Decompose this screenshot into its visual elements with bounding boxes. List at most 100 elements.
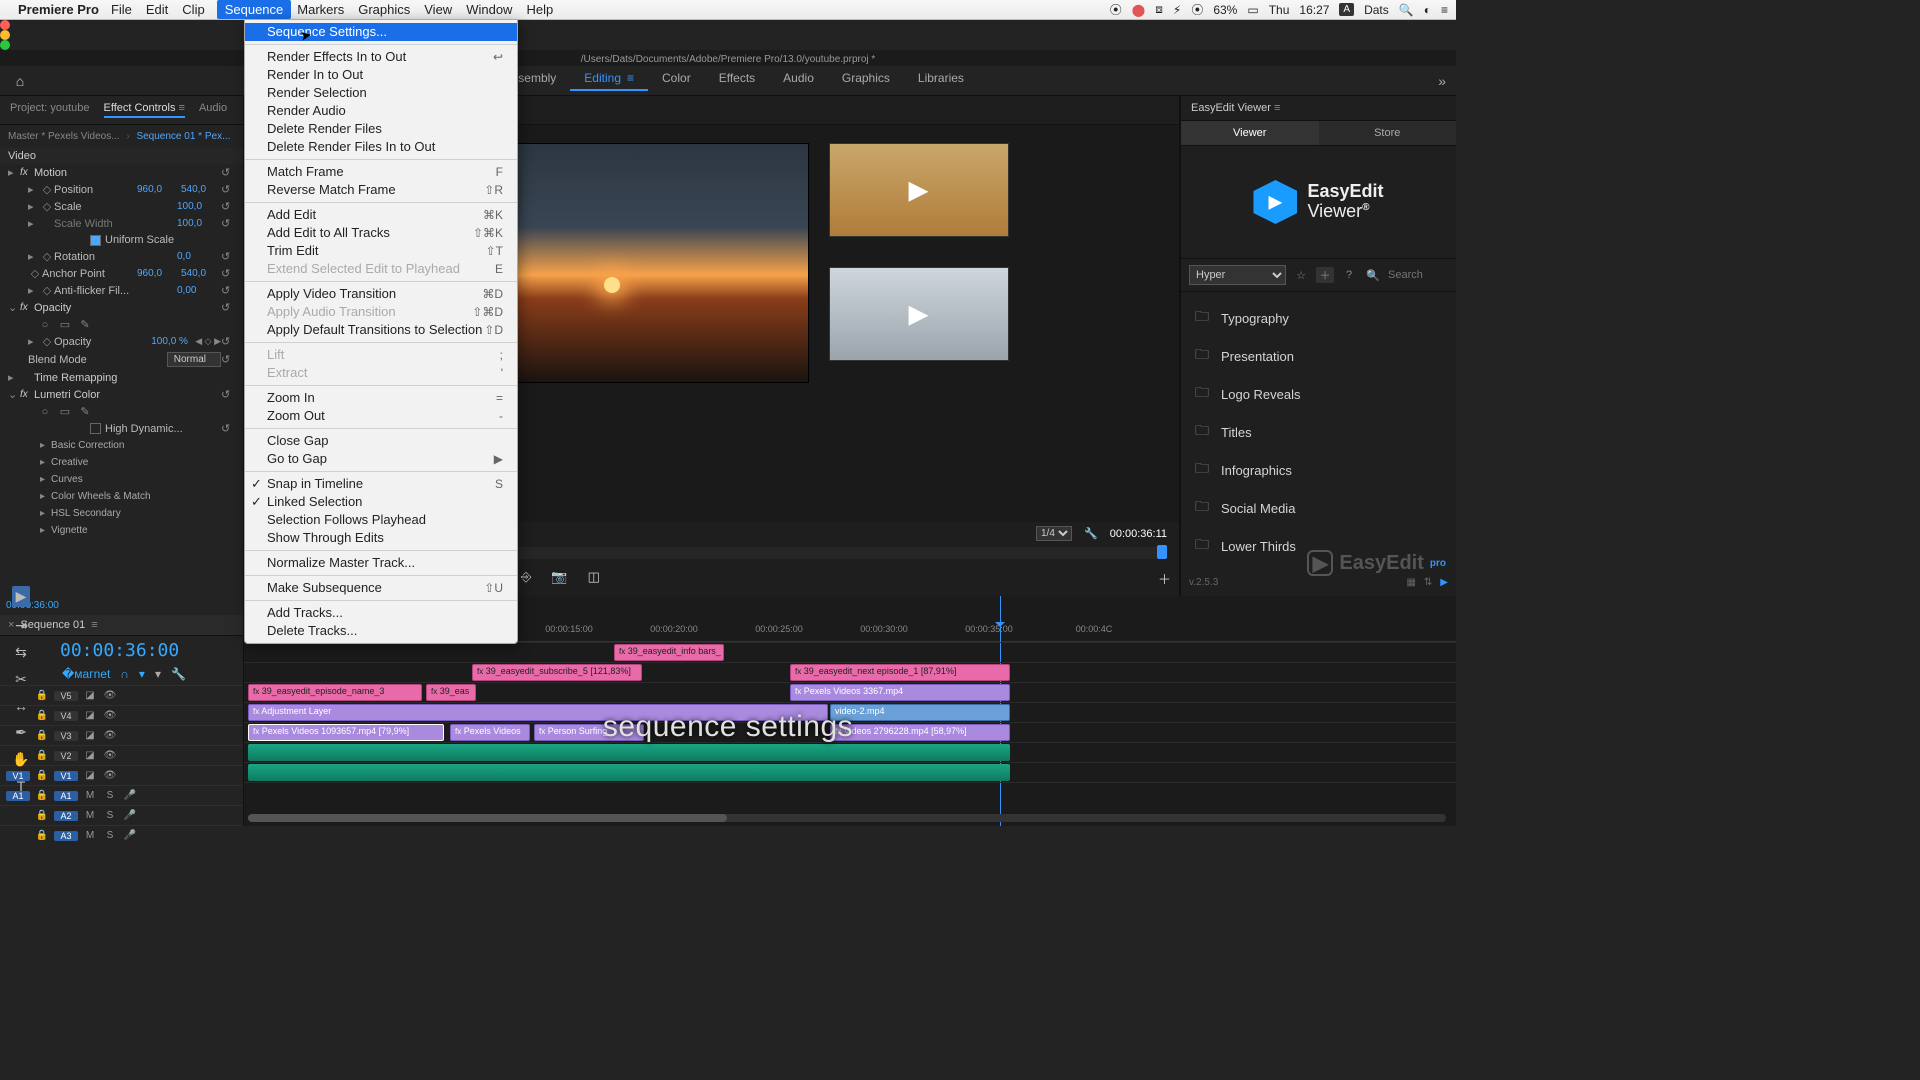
menu-clip[interactable]: Clip bbox=[182, 2, 204, 17]
menu-item[interactable]: Show Through Edits bbox=[245, 529, 517, 547]
settings-icon[interactable]: ▾ bbox=[155, 667, 161, 681]
sequence-tab[interactable]: ×Sequence 01 ≡ bbox=[0, 615, 243, 636]
pen-tool-icon[interactable]: ✒ bbox=[15, 724, 27, 741]
screenrec-icon[interactable]: ⦿ bbox=[1110, 1, 1122, 18]
menu-item[interactable]: Render Audio bbox=[245, 102, 517, 120]
app-name[interactable]: Premiere Pro bbox=[18, 2, 99, 17]
ripple-tool-icon[interactable]: ⇆ bbox=[15, 644, 27, 661]
motion-effect[interactable]: ▸fxMotion↺ bbox=[0, 164, 243, 181]
workspace-libraries[interactable]: Libraries bbox=[904, 71, 978, 91]
wrench-icon[interactable]: 🔧 bbox=[171, 667, 186, 681]
user-badge[interactable]: A bbox=[1339, 3, 1354, 16]
thumbnail-1[interactable]: ▶ bbox=[829, 143, 1009, 237]
panel-tab[interactable]: Audio bbox=[199, 102, 227, 118]
menu-item[interactable]: Render Selection bbox=[245, 84, 517, 102]
menu-item[interactable]: Zoom In= bbox=[245, 389, 517, 407]
video-track-header[interactable]: V1🔒V1◪👁 bbox=[0, 765, 243, 785]
menu-item[interactable]: Add Tracks... bbox=[245, 604, 517, 622]
time-remapping-effect[interactable]: ▸Time Remapping bbox=[0, 369, 243, 386]
star-icon[interactable]: ☆ bbox=[1292, 269, 1310, 282]
notifications-icon[interactable]: ≡ bbox=[1441, 3, 1448, 17]
video-track-header[interactable]: 🔒V2◪👁 bbox=[0, 745, 243, 765]
search-input[interactable] bbox=[1388, 269, 1448, 281]
menu-item[interactable]: Make Subsequence⇧U bbox=[245, 579, 517, 597]
battery-icon[interactable]: ▭ bbox=[1247, 3, 1258, 17]
razor-tool-icon[interactable]: ✂ bbox=[15, 671, 27, 688]
video-track-header[interactable]: 🔒V4◪👁 bbox=[0, 705, 243, 725]
clip-v1b[interactable]: fx Pexels Videos bbox=[450, 724, 530, 741]
blend-mode-prop[interactable]: Blend ModeNormal↺ bbox=[0, 350, 243, 369]
workspace-effects[interactable]: Effects bbox=[705, 71, 769, 91]
add-button-icon[interactable]: ＋ bbox=[1158, 569, 1171, 588]
uniform-scale-checkbox[interactable]: Uniform Scale bbox=[0, 232, 243, 248]
clip-v3a[interactable]: fx 39_easyedit_episode_name_3 bbox=[248, 684, 422, 701]
lumetri-section[interactable]: ▸Basic Correction bbox=[0, 437, 243, 454]
audio-track-header[interactable]: 🔒A3MS🎤 bbox=[0, 825, 243, 845]
viewer-tab-viewer[interactable]: Viewer bbox=[1181, 121, 1319, 146]
lumetri-section[interactable]: ▸Creative bbox=[0, 454, 243, 471]
export-frame-icon[interactable]: 📷 bbox=[551, 569, 567, 588]
menu-item[interactable]: Apply Default Transitions to Selection⇧D bbox=[245, 321, 517, 339]
menu-item[interactable]: Sequence Settings... bbox=[245, 23, 517, 41]
play-small-icon[interactable]: ▶ bbox=[1440, 577, 1448, 588]
clip-a2[interactable] bbox=[248, 764, 1010, 781]
opacity-value-prop[interactable]: ▸◇Opacity100,0 %◀ ◇ ▶↺ bbox=[0, 333, 243, 350]
marker-icon[interactable]: ▾ bbox=[139, 667, 145, 681]
clip-v4a[interactable]: fx 39_easyedit_subscribe_5 [121,83%] bbox=[472, 664, 642, 681]
clip-v2b[interactable]: video-2.mp4 bbox=[830, 704, 1010, 721]
lumetri-color-effect[interactable]: ⌄fxLumetri Color↺ bbox=[0, 386, 243, 403]
workspace-overflow-icon[interactable]: » bbox=[1428, 73, 1456, 89]
thumbnail-2[interactable]: ▶ bbox=[829, 267, 1009, 361]
audio-track-header[interactable]: A1🔒A1MS🎤 bbox=[0, 785, 243, 805]
category-social-media[interactable]: 🗀Social Media bbox=[1195, 496, 1442, 520]
category-typography[interactable]: 🗀Typography bbox=[1195, 306, 1442, 330]
menu-item[interactable]: Delete Render Files In to Out bbox=[245, 138, 517, 156]
siri-icon[interactable]: ◐ bbox=[1424, 3, 1431, 17]
spotlight-icon[interactable]: 🔍 bbox=[1399, 3, 1414, 17]
type-tool-icon[interactable]: T bbox=[17, 778, 26, 794]
position-prop[interactable]: ▸◇Position960,0540,0↺ bbox=[0, 181, 243, 198]
lumetri-section[interactable]: ▸HSL Secondary bbox=[0, 505, 243, 522]
clip-v1d[interactable]: fx Videos 2796228.mp4 [58,97%] bbox=[830, 724, 1010, 741]
lumetri-section[interactable]: ▸Vignette bbox=[0, 522, 243, 539]
notif-icon[interactable]: ⬤ bbox=[1132, 3, 1145, 17]
grid-icon[interactable]: ▦ bbox=[1406, 577, 1415, 588]
category-infographics[interactable]: 🗀Infographics bbox=[1195, 458, 1442, 482]
snap-icon[interactable]: �магnet bbox=[62, 667, 110, 681]
window-traffic-lights[interactable] bbox=[0, 20, 1456, 50]
slip-tool-icon[interactable]: ↔ bbox=[14, 698, 28, 714]
menu-sequence[interactable]: Sequence bbox=[217, 0, 292, 19]
menu-item[interactable]: ✓Snap in TimelineS bbox=[245, 475, 517, 493]
audio-track-header[interactable]: 🔒A2MS🎤 bbox=[0, 805, 243, 825]
video-section[interactable]: Video bbox=[0, 148, 243, 164]
anchor-point-prop[interactable]: ◇Anchor Point960,0540,0↺ bbox=[0, 265, 243, 282]
lumetri-masks[interactable]: ○▭✎ bbox=[0, 403, 243, 420]
panel-tab[interactable]: Project: youtube bbox=[10, 102, 90, 118]
clip-v1a[interactable]: fx Pexels Videos 1093657.mp4 [79,9%] bbox=[248, 724, 444, 741]
menu-view[interactable]: View bbox=[424, 2, 452, 17]
hdr-checkbox[interactable]: High Dynamic...↺ bbox=[0, 420, 243, 437]
workspace-editing[interactable]: Editing≡ bbox=[570, 71, 648, 91]
menu-item[interactable]: Delete Tracks... bbox=[245, 622, 517, 640]
menu-item[interactable]: Normalize Master Track... bbox=[245, 554, 517, 572]
wrench-icon[interactable]: 🔧 bbox=[1084, 527, 1098, 540]
hand-tool-icon[interactable]: ✋ bbox=[12, 751, 29, 768]
menu-window[interactable]: Window bbox=[466, 2, 512, 17]
scale-prop[interactable]: ▸◇Scale100,0↺ bbox=[0, 198, 243, 215]
panel-menu-icon[interactable]: ≡ bbox=[1274, 102, 1280, 114]
menu-item[interactable]: Render Effects In to Out↩ bbox=[245, 48, 517, 66]
menu-item[interactable]: Go to Gap▶ bbox=[245, 450, 517, 468]
sort-icon[interactable]: ⇅ bbox=[1424, 577, 1432, 588]
category-presentation[interactable]: 🗀Presentation bbox=[1195, 344, 1442, 368]
help-icon[interactable]: ? bbox=[1340, 269, 1358, 281]
extract-icon[interactable]: ⎆ bbox=[521, 569, 531, 588]
workspace-audio[interactable]: Audio bbox=[769, 71, 828, 91]
menu-item[interactable]: Zoom Out- bbox=[245, 407, 517, 425]
clip-v4b[interactable]: fx 39_easyedit_next episode_1 [87,91%] bbox=[790, 664, 1010, 681]
menu-help[interactable]: Help bbox=[526, 2, 553, 17]
clip-a1[interactable] bbox=[248, 744, 1010, 761]
search-icon[interactable]: 🔍 bbox=[1364, 269, 1382, 282]
video-track-header[interactable]: 🔒V3◪👁 bbox=[0, 725, 243, 745]
home-icon[interactable]: ⌂ bbox=[0, 73, 40, 89]
track-select-tool-icon[interactable]: ⇥ bbox=[15, 617, 27, 634]
